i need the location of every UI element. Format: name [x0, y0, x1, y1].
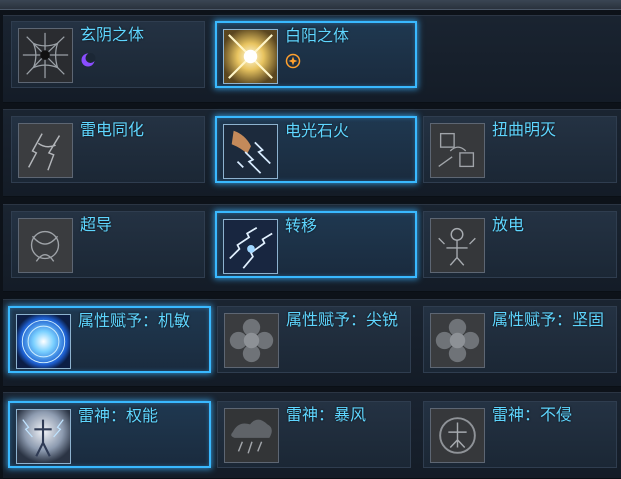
grey-flower-icon [224, 313, 279, 368]
talent-label: 属性赋予：机敏 [78, 311, 191, 330]
talent-label: 玄阴之体 [80, 25, 145, 44]
guardian-icon [430, 408, 485, 463]
lightning-assimilation-icon [18, 123, 73, 178]
blue-orb-icon [16, 314, 71, 369]
talent-label: 属性赋予：坚固 [492, 310, 605, 329]
talent-node-leidian-tonghua[interactable]: 雷电同化 [11, 116, 205, 183]
talent-row-1: 玄阴之体 白阳之体 [3, 15, 621, 103]
grey-flower-icon [430, 313, 485, 368]
top-bar [0, 0, 621, 10]
talent-node-fangdian[interactable]: 放电 [423, 211, 617, 278]
talent-row-2: 雷电同化 电光石火 扭曲明灭 [3, 109, 621, 197]
talent-node-shuxing-jimin[interactable]: 属性赋予：机敏 [8, 306, 211, 373]
talent-node-leishen-baofeng[interactable]: 雷神：暴风 [217, 401, 411, 468]
talent-label: 电光石火 [285, 121, 350, 140]
radiant-burst-icon [223, 29, 278, 84]
talent-node-dianguang-shihuo[interactable]: 电光石火 [215, 116, 417, 183]
talent-node-baiyang[interactable]: 白阳之体 [215, 21, 417, 88]
talent-label: 放电 [492, 215, 525, 234]
talent-node-leishen-buqin[interactable]: 雷神：不侵 [423, 401, 617, 468]
talent-node-zhuanyi[interactable]: 转移 [215, 211, 417, 278]
sun-icon [285, 53, 301, 69]
talent-node-shuxing-jianrui[interactable]: 属性赋予：尖锐 [217, 306, 411, 373]
storm-icon [224, 408, 279, 463]
talent-node-niuqu-mingmie[interactable]: 扭曲明灭 [423, 116, 617, 183]
talent-label: 雷神：权能 [78, 406, 159, 425]
moon-icon [81, 53, 96, 67]
thunder-god-power-icon [16, 409, 71, 464]
talent-label: 雷神：暴风 [286, 405, 367, 424]
talent-label: 超导 [80, 215, 113, 234]
talent-label: 扭曲明灭 [492, 120, 557, 139]
dark-web-icon [18, 28, 73, 83]
talent-row-3: 超导 转移 放电 [3, 204, 621, 292]
lightning-strike-icon [223, 124, 278, 179]
talent-row-5: 雷神：权能 雷神：暴风 雷神：不侵 [3, 392, 621, 479]
talent-node-xuanyin[interactable]: 玄阴之体 [11, 21, 205, 88]
talent-node-chaodao[interactable]: 超导 [11, 211, 205, 278]
distortion-icon [430, 123, 485, 178]
transfer-icon [223, 219, 278, 274]
talent-label: 白阳之体 [285, 26, 350, 45]
talent-node-shuxing-jiangu[interactable]: 属性赋予：坚固 [423, 306, 617, 373]
talent-node-leishen-quanneng[interactable]: 雷神：权能 [8, 401, 211, 468]
talent-label: 雷神：不侵 [492, 405, 573, 424]
superconduct-icon [18, 218, 73, 273]
talent-row-4: 属性赋予：机敏 属性赋予：尖锐 属性赋予：坚固 [3, 299, 621, 387]
talent-label: 雷电同化 [80, 120, 145, 139]
talent-label: 属性赋予：尖锐 [286, 310, 399, 329]
discharge-icon [430, 218, 485, 273]
talent-label: 转移 [285, 216, 318, 235]
